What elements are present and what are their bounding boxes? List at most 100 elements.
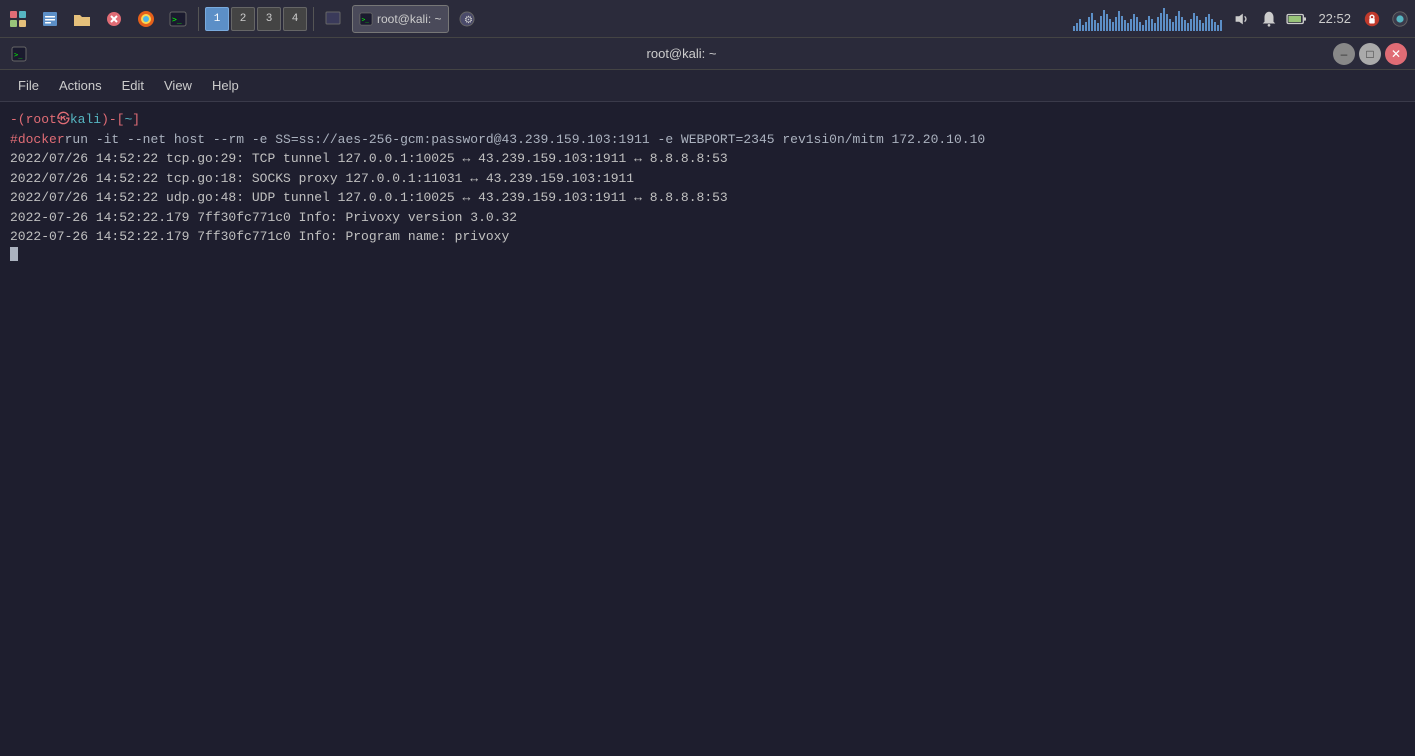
chart-bar (1085, 22, 1087, 31)
firefox-icon[interactable] (132, 5, 160, 33)
lock-icon[interactable] (1361, 8, 1383, 30)
chart-bar (1187, 23, 1189, 31)
chart-bar (1073, 26, 1075, 31)
power-icon[interactable] (1389, 8, 1411, 30)
chart-bar (1163, 8, 1165, 31)
workspace-switcher: 1 2 3 4 (205, 7, 307, 31)
svg-text:>_: >_ (172, 15, 182, 24)
log-line-3: 2022/07/26 14:52:22 udp.go:48: UDP tunne… (10, 188, 1405, 208)
workspace-3[interactable]: 3 (257, 7, 281, 31)
app-icon-2[interactable]: ⚙ (453, 5, 481, 33)
chart-bar (1133, 14, 1135, 31)
chart-bar (1160, 13, 1162, 31)
chart-bar (1103, 10, 1105, 31)
workspace-2[interactable]: 2 (231, 7, 255, 31)
cursor-line (10, 247, 1405, 261)
chart-bar (1100, 16, 1102, 31)
chart-bar (1202, 23, 1204, 31)
maximize-button[interactable]: □ (1359, 43, 1381, 65)
chart-bar (1217, 25, 1219, 31)
prompt-at: ㉿ (57, 110, 70, 130)
terminal-window: >_ root@kali: ~ – □ ✕ File Actions Edit … (0, 38, 1415, 756)
chart-bar (1091, 13, 1093, 31)
chart-bar (1157, 17, 1159, 31)
close-button[interactable]: ✕ (1385, 43, 1407, 65)
log-line-1: 2022/07/26 14:52:22 tcp.go:29: TCP tunne… (10, 149, 1405, 169)
chart-bar (1115, 17, 1117, 31)
chart-bar (1205, 17, 1207, 31)
prompt-host: kali (70, 110, 101, 130)
menu-help[interactable]: Help (202, 74, 249, 97)
chart-bar (1082, 25, 1084, 31)
chart-bar (1088, 17, 1090, 31)
prompt-line: -(root㉿kali)-[~] (10, 110, 1405, 130)
terminal-content[interactable]: -(root㉿kali)-[~] # docker run -it --net … (0, 102, 1415, 756)
chart-bar (1151, 19, 1153, 31)
close-red-icon[interactable] (100, 5, 128, 33)
app-icon-small[interactable] (320, 5, 348, 33)
terminal-icon[interactable]: >_ (164, 5, 192, 33)
svg-text:⚙: ⚙ (464, 15, 473, 26)
volume-icon[interactable] (1230, 8, 1252, 30)
prompt-user: root (26, 110, 57, 130)
chart-bar (1112, 22, 1114, 31)
menu-view[interactable]: View (154, 74, 202, 97)
menu-file[interactable]: File (8, 74, 49, 97)
chart-bar (1136, 17, 1138, 31)
taskbar: >_ 1 2 3 4 >_ root@kali: ~ ⚙ (0, 0, 1415, 38)
chart-bar (1178, 11, 1180, 31)
chart-bar (1076, 23, 1078, 31)
battery-icon[interactable] (1286, 8, 1308, 30)
chart-bar (1175, 16, 1177, 31)
chart-bar (1142, 25, 1144, 31)
menubar: File Actions Edit View Help (0, 70, 1415, 102)
chart-bar (1106, 14, 1108, 31)
divider-1 (198, 7, 199, 31)
prompt-bracket-close: )-[ (101, 110, 124, 130)
workspace-4[interactable]: 4 (283, 7, 307, 31)
clock: 22:52 (1314, 11, 1355, 26)
chart-bar (1220, 20, 1222, 31)
chart-bar (1097, 23, 1099, 31)
menu-actions[interactable]: Actions (49, 74, 112, 97)
terminal-cursor (10, 247, 18, 261)
terminal-title: root@kali: ~ (30, 46, 1333, 61)
chart-bar (1109, 19, 1111, 31)
chart-bar (1121, 16, 1123, 31)
chart-bar (1169, 19, 1171, 31)
chart-bar (1184, 20, 1186, 31)
folder-icon[interactable] (68, 5, 96, 33)
files-icon[interactable] (36, 5, 64, 33)
chart-bar (1199, 20, 1201, 31)
divider-2 (313, 7, 314, 31)
chart-bar (1214, 22, 1216, 31)
notification-icon[interactable] (1258, 8, 1280, 30)
system-icon[interactable] (4, 5, 32, 33)
log-line-5: 2022-07-26 14:52:22.179 7ff30fc771c0 Inf… (10, 227, 1405, 247)
chart-bar (1148, 16, 1150, 31)
chart-bar (1079, 19, 1081, 31)
menu-edit[interactable]: Edit (112, 74, 154, 97)
workspace-1[interactable]: 1 (205, 7, 229, 31)
chart-bar (1208, 14, 1210, 31)
chart-bar (1124, 20, 1126, 31)
terminal-app-label: root@kali: ~ (377, 12, 442, 26)
chart-bar (1094, 20, 1096, 31)
terminal-window-icon[interactable]: >_ (8, 43, 30, 65)
chart-bar (1154, 23, 1156, 31)
svg-text:>_: >_ (14, 51, 23, 59)
chart-bar (1127, 23, 1129, 31)
svg-text:>_: >_ (362, 16, 370, 23)
terminal-app-button[interactable]: >_ root@kali: ~ (352, 5, 449, 33)
system-tray: 22:52 (1071, 5, 1411, 33)
window-controls: – □ ✕ (1333, 43, 1407, 65)
command-line: # docker run -it --net host --rm -e SS=s… (10, 130, 1405, 150)
prompt-hash: # (10, 130, 18, 150)
chart-bar (1166, 14, 1168, 31)
prompt-dir: ~ (124, 110, 132, 130)
chart-bar (1193, 13, 1195, 31)
cmd-docker: docker (18, 130, 65, 150)
minimize-button[interactable]: – (1333, 43, 1355, 65)
chart-bar (1172, 22, 1174, 31)
prompt-bracket-open: -( (10, 110, 26, 130)
